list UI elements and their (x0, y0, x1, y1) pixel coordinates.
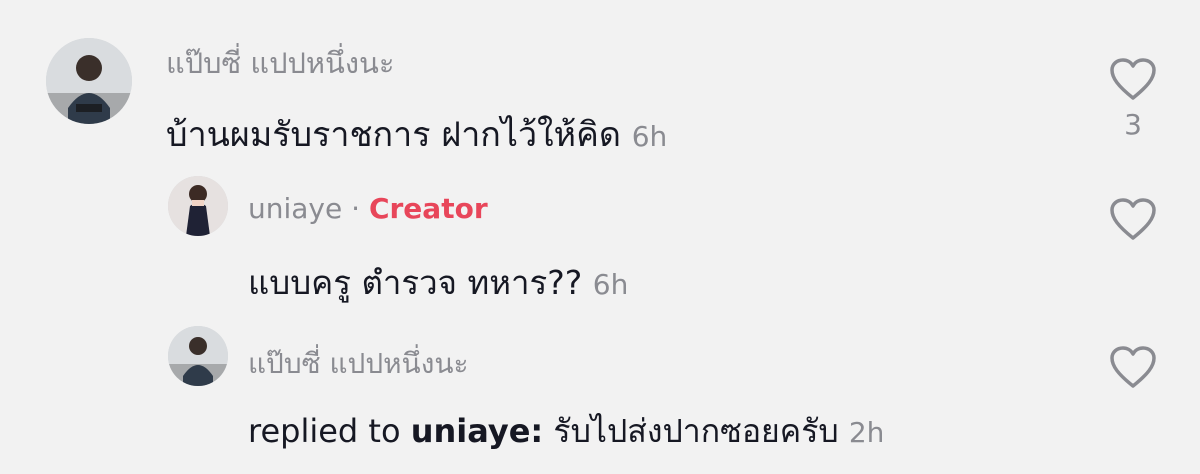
like-count: 3 (1124, 108, 1142, 141)
comment-username[interactable]: แป๊บซี่ แปปหนึ่งนะ (166, 40, 394, 86)
comment-item: แป๊บซี่ แปปหนึ่งนะ บ้านผมรับราชการ ฝากไว… (0, 0, 1200, 170)
reply-prefix: replied to (248, 412, 401, 450)
comment-time: 6h (592, 268, 629, 301)
avatar[interactable] (168, 176, 228, 236)
comment-thread: แป๊บซี่ แปปหนึ่งนะ บ้านผมรับราชการ ฝากไว… (0, 0, 1200, 474)
avatar-photo (168, 326, 228, 386)
comment-text: บ้านผมรับราชการ ฝากไว้ให้คิด 6h (166, 107, 667, 161)
comment-text: replied to uniaye: รับไปส่งปากซอยครับ 2h (248, 406, 884, 457)
avatar[interactable] (168, 326, 228, 386)
reply-target-username[interactable]: uniaye: (411, 412, 544, 450)
comment-text: แบบครู ตำรวจ ทหาร?? 6h (248, 256, 628, 309)
comment-body: แบบครู ตำรวจ ทหาร?? (248, 263, 583, 302)
comment-username-row: uniaye · Creator (248, 192, 488, 225)
comment-username[interactable]: แป๊บซี่ แปปหนึ่งนะ (248, 342, 469, 386)
comment-body: บ้านผมรับราชการ ฝากไว้ให้คิด (166, 115, 621, 155)
like-button[interactable] (1108, 196, 1158, 242)
like-button[interactable]: 3 (1108, 56, 1158, 141)
heart-outline-icon (1110, 58, 1156, 100)
avatar-photo (168, 176, 228, 236)
creator-badge: Creator (368, 192, 488, 225)
comment-time: 6h (631, 120, 668, 153)
avatar[interactable] (46, 38, 132, 124)
separator-dot: · (351, 192, 361, 225)
heart-outline-icon (1110, 346, 1156, 388)
avatar-photo (46, 38, 132, 124)
comment-time: 2h (848, 416, 885, 449)
comment-body: รับไปส่งปากซอยครับ (553, 412, 839, 450)
comment-item: uniaye · Creator แบบครู ตำรวจ ทหาร?? 6h (0, 170, 1200, 320)
comment-username[interactable]: uniaye (248, 192, 342, 225)
like-button[interactable] (1108, 344, 1158, 390)
comment-item: แป๊บซี่ แปปหนึ่งนะ replied to uniaye: รั… (0, 320, 1200, 474)
heart-outline-icon (1110, 198, 1156, 240)
